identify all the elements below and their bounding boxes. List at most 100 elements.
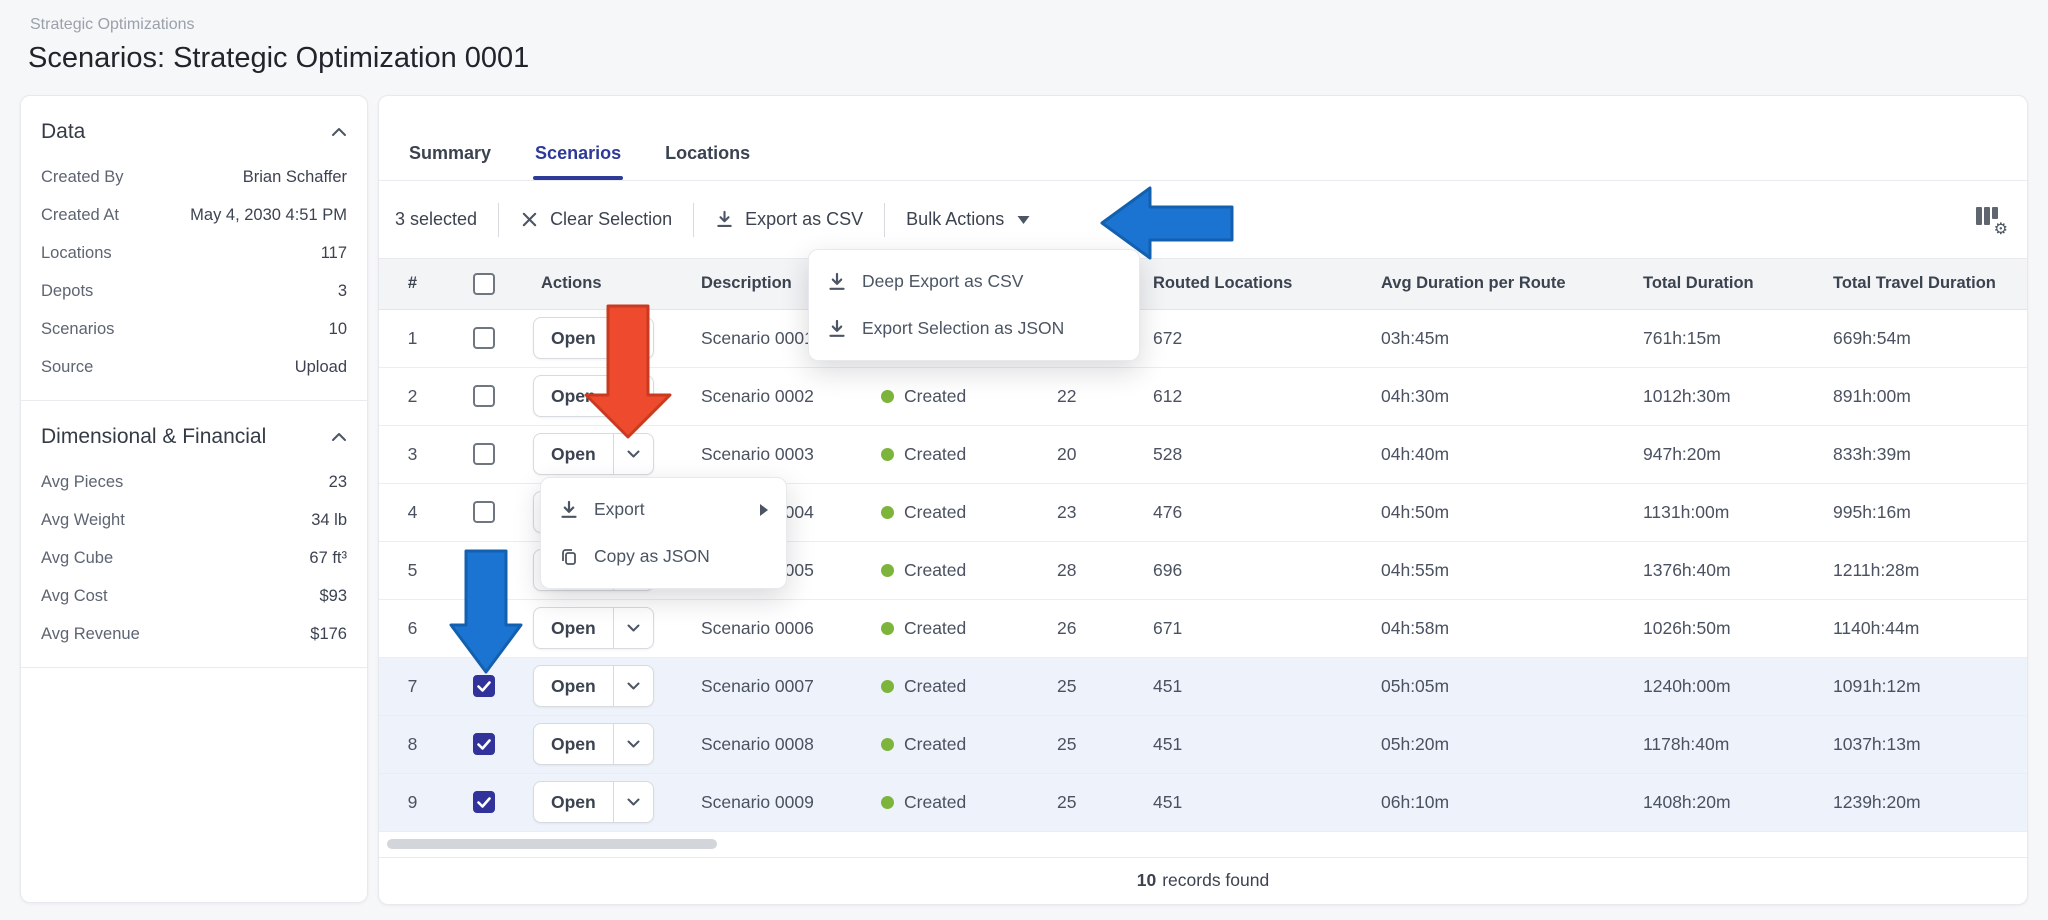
bulk-actions-button[interactable]: Bulk Actions (906, 209, 1030, 230)
status-label: Created (904, 618, 966, 638)
header-total-duration: Total Duration (1621, 259, 1811, 309)
row-avg-duration: 04h:30m (1361, 367, 1621, 425)
open-button[interactable]: Open (534, 608, 613, 648)
export-csv-button[interactable]: Export as CSV (715, 209, 863, 230)
close-icon (520, 210, 539, 229)
row-checkbox[interactable] (473, 501, 495, 523)
status-label: Created (904, 734, 966, 754)
collapse-chevron-icon[interactable] (331, 127, 347, 137)
open-button[interactable]: Open (534, 666, 613, 706)
row-actions-cell: Open (521, 425, 681, 483)
menu-item[interactable]: Copy as JSON (541, 533, 786, 580)
row-routed-locations: 672 (1131, 309, 1361, 367)
row-total-travel-duration: 1037h:13m (1811, 715, 2028, 773)
row-checkbox[interactable] (473, 675, 495, 697)
row-number: 2 (379, 367, 446, 425)
sidebar-stat-row: Depots 3 (39, 272, 349, 310)
row-total-duration: 1408h:20m (1621, 773, 1811, 831)
row-description: Scenario 0009 (681, 773, 861, 831)
sidebar-section: Dimensional & Financial Avg Pieces 23 Av… (21, 401, 367, 668)
row-menu-toggle[interactable] (613, 666, 653, 706)
open-split-button: Open (533, 723, 654, 765)
menu-item-label: Export Selection as JSON (862, 318, 1121, 339)
menu-item-label: Export (594, 499, 745, 520)
open-button[interactable]: Open (534, 434, 613, 474)
row-checkbox[interactable] (473, 791, 495, 813)
row-checkbox[interactable] (473, 733, 495, 755)
chevron-down-icon (627, 624, 640, 632)
records-count: 10 (1137, 870, 1156, 891)
row-checkbox[interactable] (473, 443, 495, 465)
collapse-chevron-icon[interactable] (331, 432, 347, 442)
table-footer: 10 records found (379, 857, 2027, 905)
open-button[interactable]: Open (534, 724, 613, 764)
stat-label: Created By (41, 168, 124, 187)
download-icon (827, 319, 847, 339)
sidebar-stat-row: Source Upload (39, 348, 349, 386)
row-checkbox[interactable] (473, 385, 495, 407)
row-menu-toggle[interactable] (613, 318, 653, 358)
open-button[interactable]: Open (534, 318, 613, 358)
row-status-cell: Created (861, 773, 1041, 831)
row-number: 4 (379, 483, 446, 541)
row-select-cell (446, 541, 521, 599)
row-checkbox[interactable] (473, 327, 495, 349)
row-number: 1 (379, 309, 446, 367)
row-menu-toggle[interactable] (613, 782, 653, 822)
menu-item[interactable]: Export (541, 486, 786, 533)
row-actions-cell: Open (521, 599, 681, 657)
row-count: 20 (1041, 425, 1131, 483)
status-dot (881, 622, 894, 635)
row-routed-locations: 671 (1131, 599, 1361, 657)
menu-item[interactable]: Export Selection as JSON (809, 305, 1139, 352)
row-avg-duration: 03h:45m (1361, 309, 1621, 367)
sidebar-stat-row: Created At May 4, 2030 4:51 PM (39, 196, 349, 234)
row-description: Scenario 0003 (681, 425, 861, 483)
row-total-travel-duration: 995h:16m (1811, 483, 2028, 541)
tab-summary[interactable]: Summary (409, 143, 491, 180)
toolbar-divider (498, 203, 499, 237)
tab-locations[interactable]: Locations (665, 143, 750, 180)
row-number: 5 (379, 541, 446, 599)
row-checkbox[interactable] (473, 559, 495, 581)
row-count: 28 (1041, 541, 1131, 599)
column-settings-button[interactable]: ⚙ (1975, 205, 2005, 235)
stat-value: $93 (319, 587, 347, 606)
row-menu-toggle[interactable] (613, 434, 653, 474)
row-menu-toggle[interactable] (613, 608, 653, 648)
menu-item[interactable]: Deep Export as CSV (809, 258, 1139, 305)
stat-label: Created At (41, 206, 119, 225)
row-total-travel-duration: 833h:39m (1811, 425, 2028, 483)
clear-selection-button[interactable]: Clear Selection (520, 209, 672, 230)
status-dot (881, 448, 894, 461)
row-menu-toggle[interactable] (613, 724, 653, 764)
row-description: Scenario 0002 (681, 367, 861, 425)
sidebar-section-header[interactable]: Dimensional & Financial (39, 421, 349, 463)
header-routed-locations: Routed Locations (1131, 259, 1361, 309)
status-label: Created (904, 560, 966, 580)
tab-scenarios[interactable]: Scenarios (535, 143, 621, 180)
open-button[interactable]: Open (534, 376, 613, 416)
status-label: Created (904, 502, 966, 522)
row-select-cell (446, 715, 521, 773)
row-select-cell (446, 657, 521, 715)
horizontal-scrollbar-thumb[interactable] (387, 839, 717, 849)
stat-value: 67 ft³ (309, 549, 347, 568)
row-status-cell: Created (861, 541, 1041, 599)
stat-value: Brian Schaffer (243, 168, 347, 187)
row-routed-locations: 528 (1131, 425, 1361, 483)
download-icon (827, 272, 847, 292)
row-actions-cell: Open (521, 309, 681, 367)
toolbar-divider (693, 203, 694, 237)
sidebar-section-header[interactable]: Data (39, 116, 349, 158)
select-all-checkbox[interactable] (473, 273, 495, 295)
row-checkbox[interactable] (473, 617, 495, 639)
row-avg-duration: 04h:55m (1361, 541, 1621, 599)
row-menu-toggle[interactable] (613, 376, 653, 416)
status-dot (881, 738, 894, 751)
toolbar-divider (884, 203, 885, 237)
row-select-cell (446, 367, 521, 425)
open-button[interactable]: Open (534, 782, 613, 822)
breadcrumb[interactable]: Strategic Optimizations (30, 16, 195, 34)
row-total-travel-duration: 1091h:12m (1811, 657, 2028, 715)
